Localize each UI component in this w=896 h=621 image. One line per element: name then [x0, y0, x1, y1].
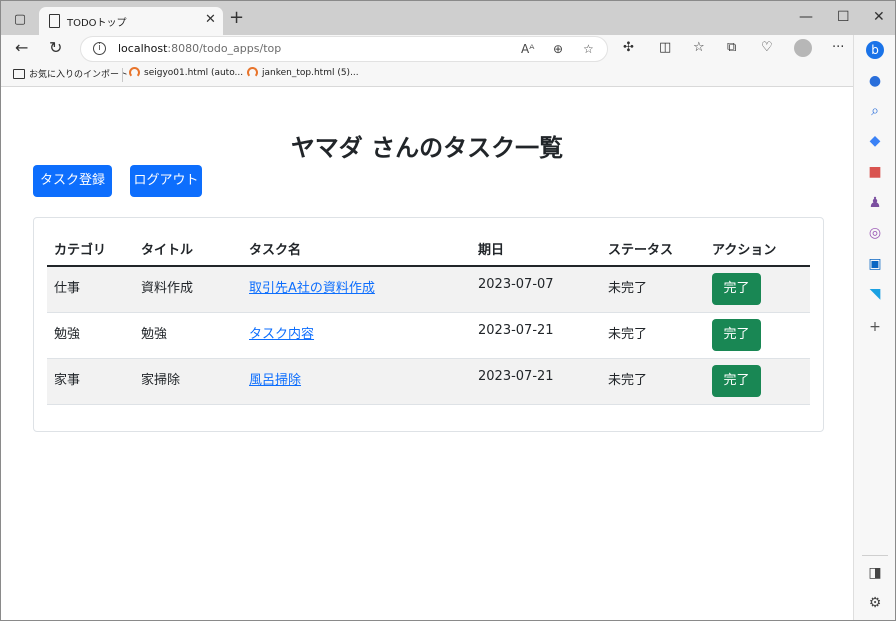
cell-task-name: タスク内容 — [242, 312, 471, 359]
url-text: localhost:8080/todo_apps/top — [118, 42, 282, 55]
extensions-icon[interactable]: ✣ — [623, 40, 634, 55]
task-table: カテゴリ タイトル タスク名 期日 ステータス アクション 仕事 資料作成 取引… — [47, 231, 810, 405]
outlook-icon[interactable]: ▣ — [867, 256, 883, 272]
header-status: ステータス — [601, 231, 705, 267]
bing-icon[interactable]: b — [866, 41, 884, 59]
tab-bar: ▢ TODOトップ ✕ + — ☐ ✕ — [1, 1, 895, 35]
favorite-star-icon[interactable]: ☆ — [583, 42, 594, 56]
table-row: 勉強 勉強 タスク内容 2023-07-21 未完了 完了 — [47, 312, 810, 359]
hide-sidebar-icon[interactable]: ◨ — [867, 565, 883, 581]
info-icon[interactable]: i — [93, 42, 106, 55]
cell-task-name: 取引先A社の資料作成 — [242, 266, 471, 313]
back-icon[interactable]: ← — [15, 39, 28, 57]
page-title: ヤマダ さんのタスク一覧 — [290, 134, 564, 162]
minimize-icon[interactable]: — — [799, 9, 813, 25]
header-due-date: 期日 — [471, 231, 601, 267]
register-task-button[interactable]: タスク登録 — [33, 165, 112, 197]
cell-due-date: 2023-07-07 — [471, 266, 601, 313]
address-bar[interactable]: i localhost:8080/todo_apps/top Aᴬ ⊕ ☆ — [80, 36, 608, 62]
profile-avatar[interactable] — [794, 39, 812, 57]
new-tab-icon[interactable]: + — [229, 9, 244, 27]
cell-title: 家掃除 — [134, 358, 242, 405]
task-link[interactable]: 取引先A社の資料作成 — [249, 281, 375, 296]
complete-button[interactable]: 完了 — [712, 273, 761, 305]
cell-due-date: 2023-07-21 — [471, 358, 601, 405]
collections-icon[interactable]: ⧉ — [727, 40, 736, 55]
health-icon[interactable]: ♡ — [761, 40, 773, 55]
close-window-icon[interactable]: ✕ — [873, 9, 885, 25]
table-row: 仕事 資料作成 取引先A社の資料作成 2023-07-07 未完了 完了 — [47, 266, 810, 313]
bookmark-import[interactable]: お気に入りのインポート — [13, 67, 128, 80]
task-link[interactable]: 風呂掃除 — [249, 373, 301, 388]
bookmarks-bar: お気に入りのインポート seigyo01.html (auto... janke… — [1, 63, 853, 87]
tag-icon[interactable]: ◆ — [867, 133, 883, 149]
task-link[interactable]: タスク内容 — [249, 327, 314, 342]
header-action: アクション — [705, 231, 810, 267]
refresh-icon[interactable]: ↻ — [49, 39, 62, 57]
page-icon — [49, 14, 60, 28]
tab-todo[interactable]: TODOトップ ✕ — [39, 7, 223, 35]
import-icon — [13, 68, 25, 79]
zoom-icon[interactable]: ⊕ — [553, 42, 563, 56]
complete-button[interactable]: 完了 — [712, 318, 761, 351]
bookmark-seigyo[interactable]: seigyo01.html (auto... — [129, 67, 243, 78]
cell-category: 仕事 — [47, 266, 134, 313]
office-icon[interactable]: ◎ — [867, 225, 883, 241]
tab-actions-icon[interactable]: ▢ — [11, 10, 29, 28]
settings-icon[interactable]: ⚙ — [867, 595, 883, 611]
header-title: タイトル — [134, 231, 242, 267]
header-task-name: タスク名 — [242, 231, 471, 267]
tab-title: TODOトップ — [67, 18, 127, 29]
cell-action: 完了 — [705, 358, 810, 405]
read-aloud-icon[interactable]: Aᴬ — [521, 42, 534, 56]
games-icon[interactable]: ♟ — [867, 195, 883, 211]
cell-due-date: 2023-07-21 — [471, 312, 601, 359]
toolbox-icon[interactable]: ■ — [867, 164, 883, 180]
header-category: カテゴリ — [47, 231, 134, 267]
close-tab-icon[interactable]: ✕ — [205, 12, 216, 27]
cell-category: 勉強 — [47, 312, 134, 359]
cell-action: 完了 — [705, 312, 810, 359]
bookmark-separator — [122, 68, 123, 82]
logout-button[interactable]: ログアウト — [130, 165, 202, 197]
cell-task-name: 風呂掃除 — [242, 358, 471, 405]
complete-button[interactable]: 完了 — [712, 364, 761, 397]
more-menu-icon[interactable]: ··· — [832, 40, 844, 55]
task-card: カテゴリ タイトル タスク名 期日 ステータス アクション 仕事 資料作成 取引… — [33, 217, 824, 432]
cell-title: 勉強 — [134, 312, 242, 359]
add-icon[interactable]: + — [867, 319, 883, 335]
sidebar-divider — [862, 555, 888, 556]
browser-window: ▢ TODOトップ ✕ + — ☐ ✕ ← ↻ i localhost:8080… — [0, 0, 896, 621]
maximize-icon[interactable]: ☐ — [837, 9, 850, 25]
cell-status: 未完了 — [601, 358, 705, 405]
drop-icon[interactable]: ◥ — [867, 286, 883, 302]
cell-action: 完了 — [705, 266, 810, 313]
site-icon — [129, 67, 140, 78]
table-row: 家事 家掃除 風呂掃除 2023-07-21 未完了 完了 — [47, 358, 810, 405]
cell-status: 未完了 — [601, 312, 705, 359]
page-content: ヤマダ さんのタスク一覧 タスク登録 ログアウト カテゴリ タイトル タスク名 … — [1, 88, 853, 620]
cell-title: 資料作成 — [134, 266, 242, 313]
bell-icon[interactable]: ● — [867, 73, 883, 89]
cell-category: 家事 — [47, 358, 134, 405]
split-screen-icon[interactable]: ◫ — [659, 40, 671, 55]
edge-sidebar: b ● ⌕ ◆ ■ ♟ ◎ ▣ ◥ + ◨ ⚙ — [853, 35, 895, 620]
cell-status: 未完了 — [601, 266, 705, 313]
table-header-row: カテゴリ タイトル タスク名 期日 ステータス アクション — [47, 231, 810, 267]
search-icon[interactable]: ⌕ — [867, 103, 883, 119]
bookmark-janken[interactable]: janken_top.html (5)... — [247, 67, 359, 78]
favorites-icon[interactable]: ☆ — [693, 40, 705, 55]
site-icon — [247, 67, 258, 78]
